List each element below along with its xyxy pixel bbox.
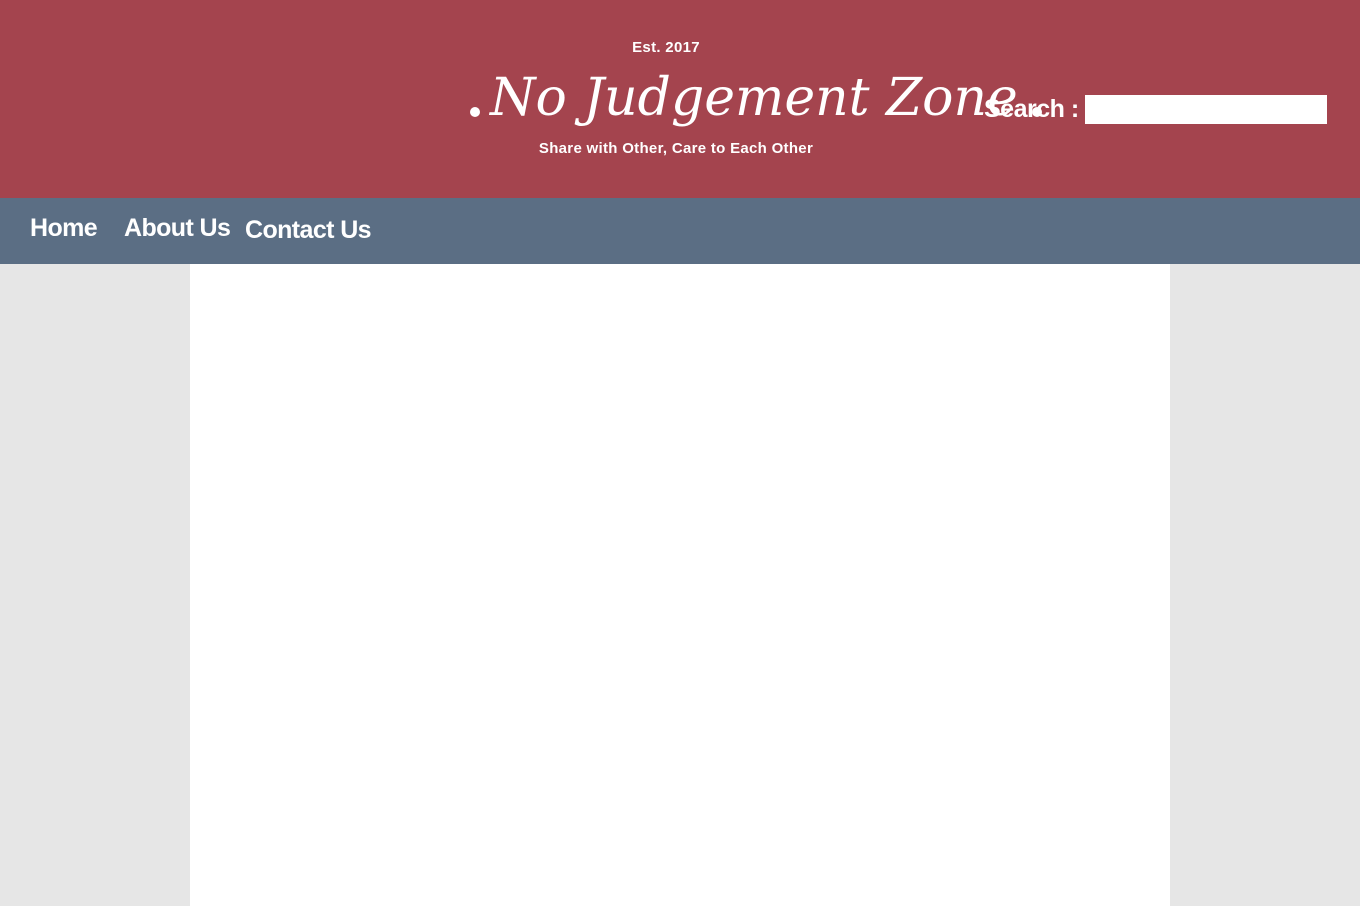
nav-about-link[interactable]: About Us xyxy=(124,214,231,243)
main-content xyxy=(190,264,1170,906)
site-title[interactable]: No Judgement Zone xyxy=(470,63,1042,133)
search-input[interactable] xyxy=(1084,94,1327,124)
nav-home-link[interactable]: Home xyxy=(30,214,98,243)
established-label: Est. 2017 xyxy=(632,39,700,56)
nav-contact-link[interactable]: Contact Us xyxy=(245,216,372,245)
site-tagline: Share with Other, Care to Each Other xyxy=(538,140,814,157)
main-nav: Home About Us Contact Us xyxy=(0,198,1360,264)
title-dot-left xyxy=(470,107,480,117)
search-label: Search : xyxy=(984,94,1079,123)
site-title-text: No Judgement Zone xyxy=(490,68,1018,128)
site-header: Est. 2017 No Judgement Zone Share with O… xyxy=(0,0,1360,198)
site-logo[interactable]: Est. 2017 No Judgement Zone Share with O… xyxy=(470,30,1042,170)
search-bar: Search : xyxy=(984,92,1327,126)
